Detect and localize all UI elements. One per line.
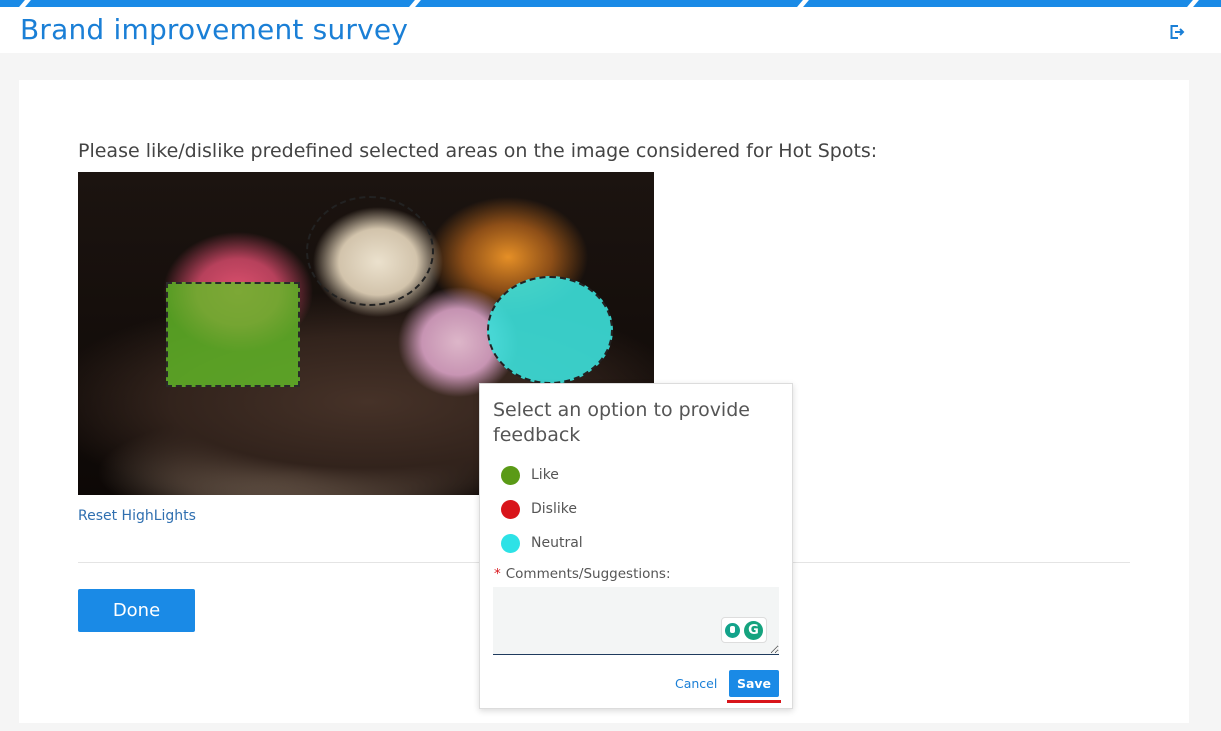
option-dislike[interactable]: Dislike <box>501 499 577 519</box>
page-title: Brand improvement survey <box>20 13 409 46</box>
exit-icon[interactable] <box>1169 24 1185 40</box>
grammarly-suggestion-icon[interactable] <box>725 622 740 638</box>
cancel-button[interactable]: Cancel <box>675 676 717 691</box>
hotspot-liked[interactable] <box>166 282 300 387</box>
comments-label-text: Comments/Suggestions: <box>505 566 671 582</box>
option-like[interactable]: Like <box>501 465 559 485</box>
save-highlight-underline <box>727 700 781 703</box>
hotspot-unrated[interactable] <box>306 196 434 306</box>
save-button[interactable]: Save <box>729 670 779 697</box>
feedback-popover-title: Select an option to provide feedback <box>493 399 750 446</box>
option-like-label: Like <box>531 467 559 483</box>
top-accent-stripe <box>0 0 1221 7</box>
page-header: Brand improvement survey <box>0 7 1221 53</box>
like-dot-icon <box>501 465 520 485</box>
option-neutral[interactable]: Neutral <box>501 533 583 553</box>
comments-label: * Comments/Suggestions: <box>494 566 671 582</box>
survey-instruction: Please like/dislike predefined selected … <box>78 140 878 162</box>
hotspot-neutral[interactable] <box>487 276 613 384</box>
reset-highlights-link[interactable]: Reset HighLights <box>78 508 196 524</box>
required-marker: * <box>494 566 501 582</box>
option-dislike-label: Dislike <box>531 501 577 517</box>
dislike-dot-icon <box>501 499 520 519</box>
option-neutral-label: Neutral <box>531 535 583 551</box>
done-button[interactable]: Done <box>78 589 195 632</box>
neutral-dot-icon <box>501 533 520 553</box>
feedback-popover: Select an option to provide feedback Lik… <box>479 383 793 709</box>
grammarly-g-icon[interactable]: G <box>744 620 763 640</box>
grammarly-widget[interactable]: G <box>721 617 767 643</box>
